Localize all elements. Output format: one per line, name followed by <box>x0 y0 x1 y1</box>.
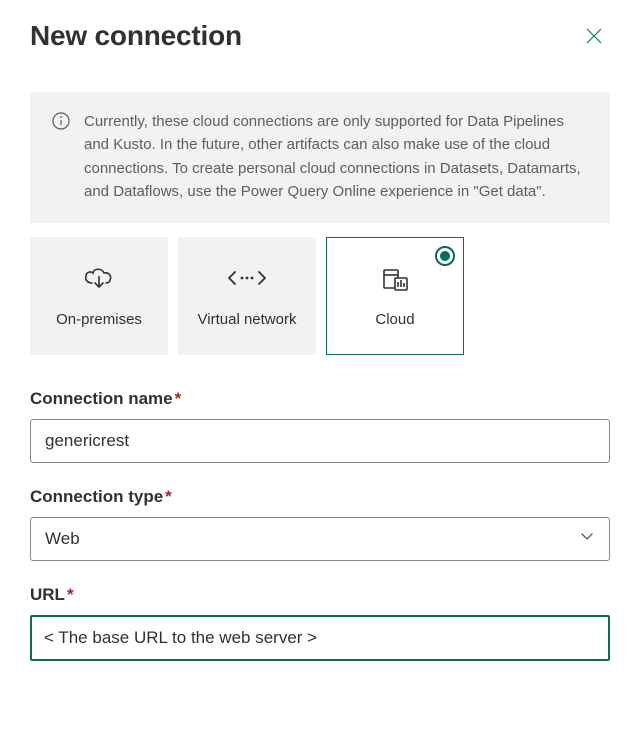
connection-mode-options: On-premises Virtual network <box>30 237 610 355</box>
selected-radio-icon <box>435 246 455 266</box>
page-title: New connection <box>30 20 242 52</box>
network-icon <box>227 268 267 292</box>
option-on-premises[interactable]: On-premises <box>30 237 168 355</box>
required-indicator: * <box>175 389 182 408</box>
connection-type-value: Web <box>45 528 579 550</box>
connection-type-select[interactable]: Web <box>30 517 610 561</box>
chevron-down-icon <box>579 528 595 550</box>
url-label: URL* <box>30 585 610 605</box>
option-label: Cloud <box>375 311 414 330</box>
connection-type-label: Connection type* <box>30 487 610 507</box>
info-banner: Currently, these cloud connections are o… <box>30 92 610 223</box>
info-message: Currently, these cloud connections are o… <box>84 110 588 203</box>
data-cloud-icon <box>378 264 412 296</box>
option-cloud[interactable]: Cloud <box>326 237 464 355</box>
required-indicator: * <box>67 585 74 604</box>
option-label: Virtual network <box>198 311 297 330</box>
option-virtual-network[interactable]: Virtual network <box>178 237 316 355</box>
close-button[interactable] <box>578 20 610 52</box>
option-label: On-premises <box>56 311 142 330</box>
connection-name-input[interactable] <box>30 419 610 463</box>
cloud-download-icon <box>82 265 116 295</box>
info-icon <box>52 117 70 134</box>
required-indicator: * <box>165 487 172 506</box>
connection-name-label: Connection name* <box>30 389 610 409</box>
close-icon <box>584 26 604 46</box>
url-input[interactable] <box>30 615 610 661</box>
